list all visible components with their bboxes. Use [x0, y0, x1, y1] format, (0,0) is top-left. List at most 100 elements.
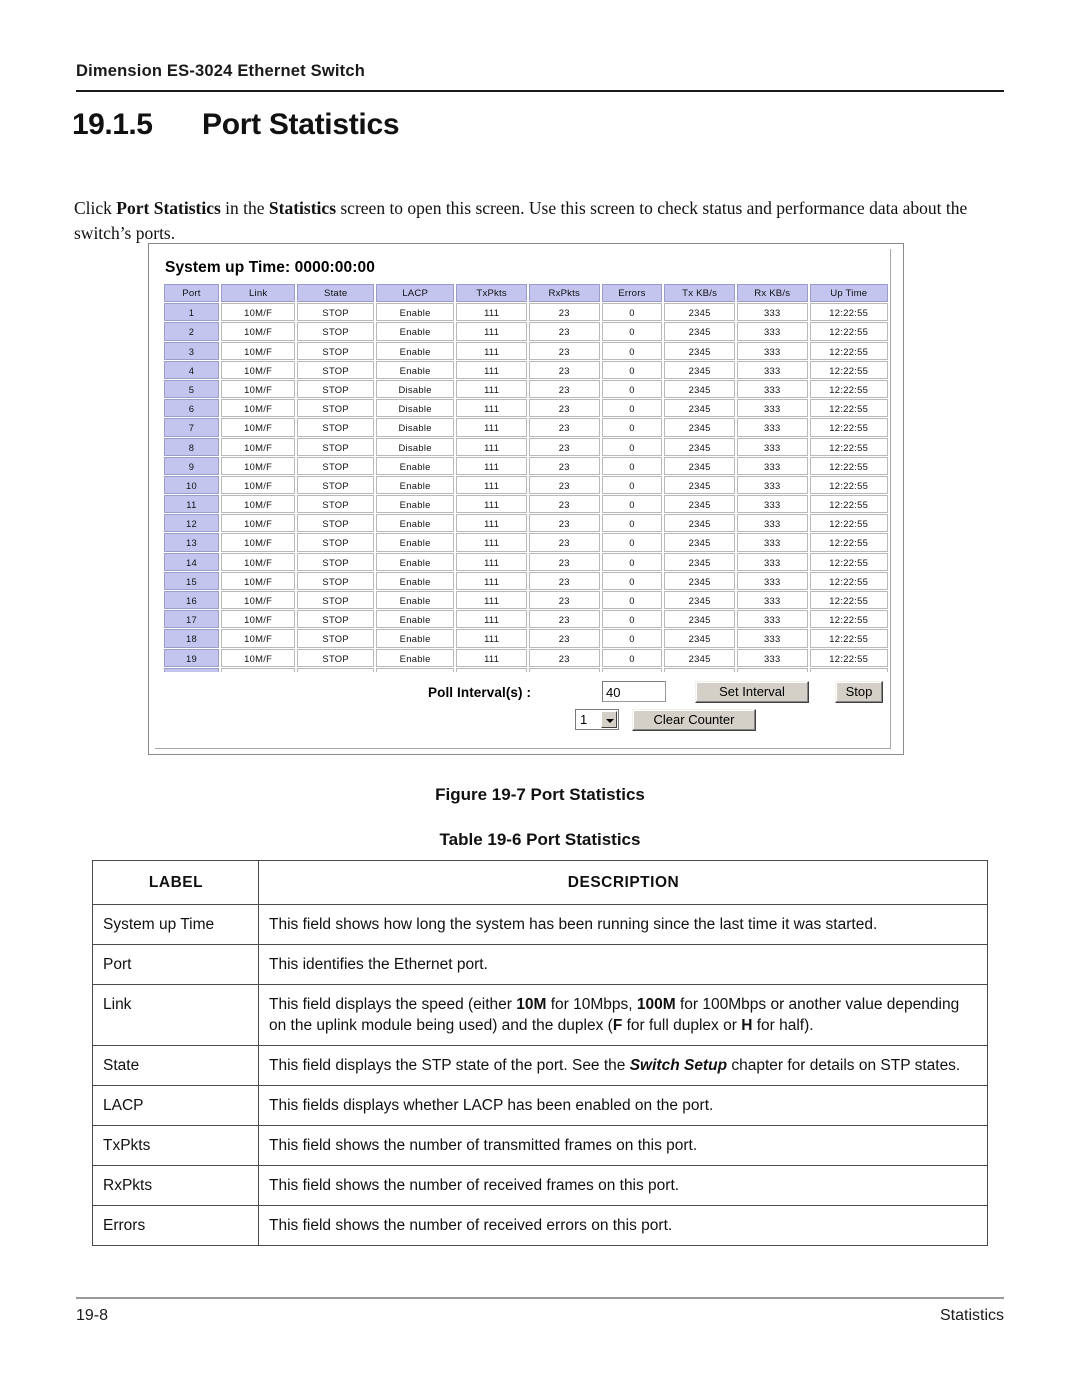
table-cell: 10M/F — [220, 360, 296, 379]
table-cell: 0 — [601, 610, 663, 629]
table-cell: 111 — [456, 437, 527, 456]
footer-divider — [76, 1297, 1004, 1299]
table-row: 11 10M/F STOP Enable 111 23 0 2345 333 12:22:55 — [164, 495, 888, 514]
table-cell: 111 — [456, 552, 527, 571]
table-cell: 111 — [456, 456, 527, 475]
column-header-txpkts: TxPkts — [456, 284, 527, 303]
desc-table-row: LACP This fields displays whether LACP ha… — [92, 1085, 988, 1126]
chevron-down-icon[interactable] — [601, 711, 617, 728]
footer-chapter: Statistics — [939, 1307, 1004, 1324]
column-header-up-time: Up Time — [809, 284, 888, 303]
stop-button[interactable]: Stop — [835, 681, 883, 703]
desc-label-cell: State — [92, 1045, 259, 1086]
table-cell: 10M/F — [220, 533, 296, 552]
port-select-dropdown[interactable]: 1 — [575, 709, 619, 730]
table-cell: 12:22:55 — [809, 437, 888, 456]
table-cell: Enable — [375, 303, 455, 322]
table-cell: STOP — [297, 475, 374, 495]
table-cell: 10M/F — [220, 667, 296, 672]
port-number-cell: 5 — [164, 379, 219, 399]
table-cell: 2345 — [664, 495, 735, 514]
table-cell: 0 — [601, 322, 663, 341]
table-cell: 12:22:55 — [809, 667, 888, 672]
table-cell: 12:22:55 — [809, 341, 888, 360]
table-cell: Disable — [375, 437, 455, 456]
header-divider — [76, 90, 1004, 92]
table-cell: 12:22:55 — [809, 379, 888, 399]
desc-label-cell: TxPkts — [92, 1125, 259, 1166]
table-cell: Enable — [375, 648, 455, 667]
table-cell: 23 — [528, 514, 600, 533]
table-cell: STOP — [297, 360, 374, 379]
table-cell: 12:22:55 — [809, 591, 888, 610]
poll-interval-label: Poll Interval(s) : — [428, 685, 532, 700]
table-cell: 12:22:55 — [809, 552, 888, 571]
port-number-cell: 10 — [164, 475, 219, 495]
table-cell: 23 — [528, 533, 600, 552]
table-cell: 333 — [736, 571, 808, 590]
table-cell: 333 — [736, 456, 808, 475]
port-number-cell: 13 — [164, 533, 219, 552]
table-cell: STOP — [297, 514, 374, 533]
table-row: 8 10M/F STOP Disable 111 23 0 2345 333 12:22:55 — [164, 437, 888, 457]
table-cell: 2345 — [664, 610, 735, 629]
table-cell: Enable — [375, 341, 455, 360]
intro-part2: in the — [220, 197, 269, 218]
table-cell: Enable — [375, 667, 455, 672]
column-header-state: State — [297, 284, 374, 303]
table-cell: 111 — [456, 648, 527, 667]
table-row: 13 10M/F STOP Enable 111 23 0 2345 333 12:22:55 — [164, 533, 888, 552]
table-cell: Enable — [375, 360, 455, 379]
set-interval-button[interactable]: Set Interval — [695, 681, 809, 703]
table-cell: 2345 — [664, 533, 735, 552]
column-header-rx-kb-s: Rx KB/s — [736, 284, 808, 303]
table-row: 3 10M/F STOP Enable 111 23 0 2345 333 12:22:55 — [164, 341, 888, 361]
table-cell: 333 — [736, 667, 808, 672]
table-cell: Enable — [375, 571, 455, 590]
controls-area: Poll Interval(s) : 40 Set Interval Stop … — [155, 681, 891, 749]
desc-header-description: DESCRIPTION — [258, 860, 988, 905]
table-cell: 111 — [456, 514, 527, 533]
table-cell: Enable — [375, 514, 455, 533]
table-row: 2010M/FSTOPEnable111230234533312:22:55 — [164, 667, 888, 672]
table-row: 15 10M/F STOP Enable 111 23 0 2345 333 12:22:55 — [164, 571, 888, 591]
table-cell: 12:22:55 — [809, 303, 888, 322]
table-cell: 333 — [736, 418, 808, 437]
table-cell: STOP — [297, 533, 374, 552]
table-cell: 0 — [601, 648, 663, 667]
table-cell: 333 — [736, 341, 808, 360]
table-cell: 333 — [736, 610, 808, 629]
table-cell: Disable — [375, 418, 455, 437]
table-cell: Enable — [375, 533, 455, 552]
intro-bold-statistics: Statistics — [268, 197, 336, 218]
table-cell: 333 — [736, 322, 808, 341]
desc-description-cell: This field shows how long the system has… — [258, 904, 988, 945]
running-header: Dimension ES-3024 Ethernet Switch — [76, 62, 366, 80]
table-cell: 23 — [528, 495, 600, 514]
poll-interval-input[interactable]: 40 — [602, 681, 666, 702]
table-cell: Enable — [375, 322, 455, 341]
table-cell: 23 — [528, 610, 600, 629]
table-row: 9 10M/F STOP Enable 111 23 0 2345 333 12:22:55 — [164, 456, 888, 476]
table-cell: 12:22:55 — [809, 629, 888, 648]
table-cell: 111 — [456, 303, 527, 322]
table-row: 4 10M/F STOP Enable 111 23 0 2345 333 12:22:55 — [164, 360, 888, 380]
table-cell: 0 — [601, 341, 663, 360]
table-row: 19 10M/F STOP Enable 111 23 0 2345 333 12:22:55 — [164, 648, 888, 668]
table-cell: 10M/F — [220, 399, 296, 418]
table-cell: 12:22:55 — [809, 456, 888, 475]
table-cell: 111 — [456, 341, 527, 360]
table-cell: 10M/F — [220, 629, 296, 648]
port-number-cell: 3 — [164, 341, 219, 360]
clear-counter-button[interactable]: Clear Counter — [632, 709, 756, 731]
table-row: 2 10M/F STOP Enable 111 23 0 2345 333 12:22:55 — [164, 322, 888, 341]
table-cell: 23 — [528, 360, 600, 379]
table-cell: 23 — [528, 437, 600, 456]
table-row: 1 10M/F STOP Enable 111 23 0 2345 333 12:22:55 — [164, 303, 888, 322]
port-number-cell: 19 — [164, 648, 219, 667]
table-cell: 0 — [601, 399, 663, 418]
table-cell: 2345 — [664, 456, 735, 475]
table-cell: 333 — [736, 533, 808, 552]
table-cell: 2345 — [664, 418, 735, 437]
port-number-cell: 9 — [164, 456, 219, 475]
